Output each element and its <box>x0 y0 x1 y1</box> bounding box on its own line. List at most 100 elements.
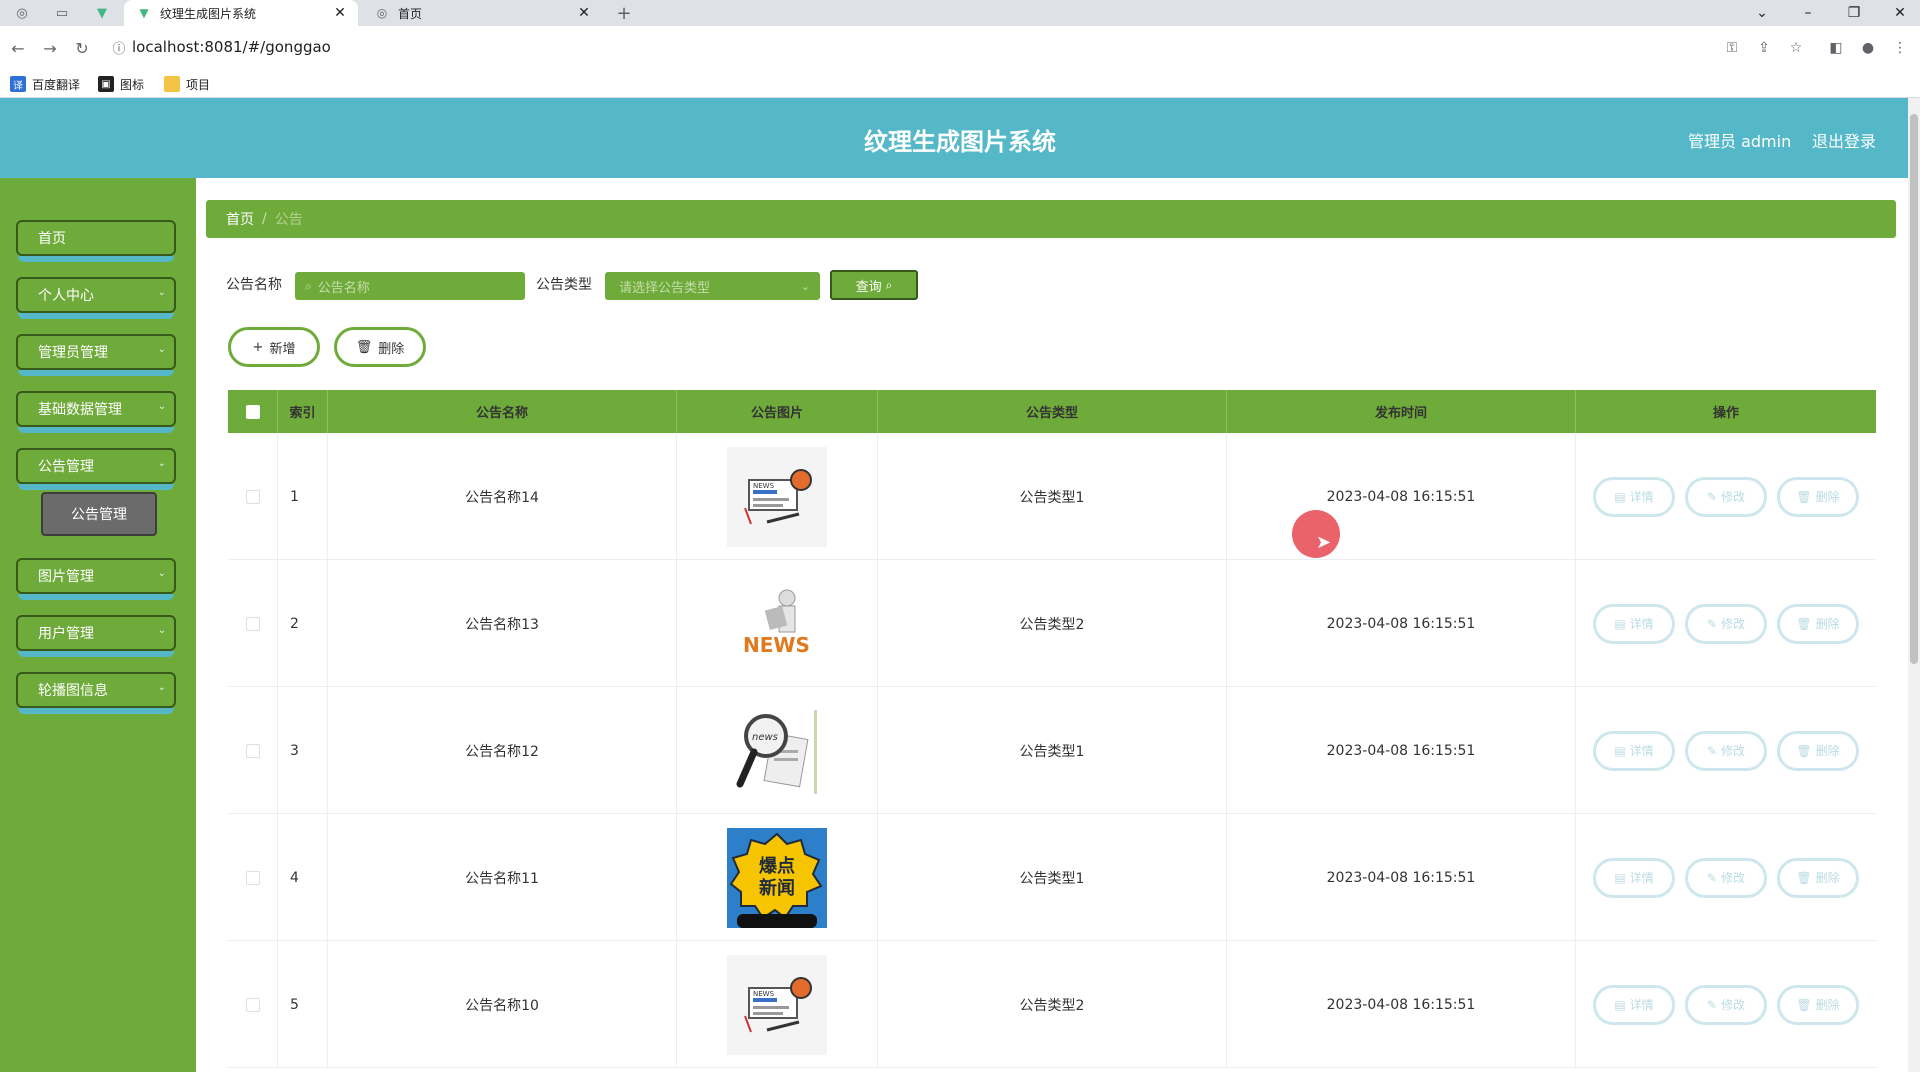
sidebar-item-carousel[interactable]: 轮播图信息 ⌄ <box>16 672 176 714</box>
table-row: 5 公告名称10 NEWS 公告类型2 2023-04-08 16:15:51 … <box>228 941 1876 1068</box>
site-info-icon[interactable]: ⓘ <box>106 38 132 57</box>
breadcrumb-home[interactable]: 首页 <box>226 209 254 229</box>
share-icon[interactable]: ⇪ <box>1752 36 1776 60</box>
vue-icon[interactable]: ▼ <box>92 4 112 22</box>
detail-label: 详情 <box>1629 744 1654 758</box>
search-icon: ⌕ <box>885 277 893 292</box>
trash-icon: 🗑 <box>1796 743 1812 758</box>
browser-tab[interactable]: ◎ 首页 ✕ <box>362 0 602 26</box>
row-image-cell: 爆点 新闻 <box>677 814 878 941</box>
breadcrumb-separator: / <box>262 211 267 227</box>
row-checkbox[interactable] <box>245 489 260 504</box>
announcement-table: 索引 公告名称 公告图片 公告类型 发布时间 操作 1 公告名称14 NEWS … <box>228 390 1876 1072</box>
edit-button[interactable]: ✎ 修改 <box>1685 857 1767 898</box>
row-select-cell <box>228 941 278 1068</box>
forward-icon[interactable]: → <box>38 36 62 60</box>
detail-button[interactable]: ▤ 详情 <box>1593 603 1675 644</box>
bookmark-item[interactable]: ▣ 图标 <box>98 75 144 93</box>
star-icon[interactable]: ☆ <box>1784 36 1808 60</box>
edit-button[interactable]: ✎ 修改 <box>1685 476 1767 517</box>
reload-icon[interactable]: ↻ <box>70 36 94 60</box>
row-checkbox[interactable] <box>245 743 260 758</box>
bookmark-item[interactable]: 译 百度翻译 <box>10 75 80 93</box>
row-time: 2023-04-08 16:15:51 <box>1227 814 1576 941</box>
new-tab-icon[interactable]: + <box>614 3 634 24</box>
detail-button[interactable]: ▤ 详情 <box>1593 730 1675 771</box>
delete-button[interactable]: 🗑 删除 <box>334 327 426 367</box>
row-type: 公告类型1 <box>878 433 1227 560</box>
edit-button[interactable]: ✎ 修改 <box>1685 984 1767 1025</box>
news-magnifier-icon[interactable]: news <box>727 700 827 801</box>
column-header: 索引 <box>278 390 328 433</box>
edit-icon: ✎ <box>1706 997 1718 1012</box>
tab-strip: ◎ ▭ ▼ ▼ 纹理生成图片系统 ✕ ◎ 首页 ✕ + ⌄ – ❐ ✕ <box>0 0 1920 26</box>
breaking-news-badge[interactable]: 爆点 新闻 <box>727 827 827 928</box>
detail-button[interactable]: ▤ 详情 <box>1593 984 1675 1025</box>
type-select[interactable]: 请选择公告类型 ⌄ <box>605 272 820 300</box>
globe-icon: ◎ <box>376 6 388 20</box>
row-delete-button[interactable]: 🗑 删除 <box>1777 857 1859 898</box>
trash-icon: 🗑 <box>355 339 373 355</box>
edit-icon: ✎ <box>1706 870 1718 885</box>
cursor-arrow-icon: ➤ <box>1316 532 1332 553</box>
type-select-placeholder: 请选择公告类型 <box>619 280 711 296</box>
edit-button[interactable]: ✎ 修改 <box>1685 730 1767 771</box>
sidebar-item-admins[interactable]: 管理员管理 ⌄ <box>16 334 176 376</box>
close-tab-icon[interactable]: ✕ <box>330 5 350 21</box>
globe-icon[interactable]: ◎ <box>12 4 32 22</box>
query-button[interactable]: 查询 ⌕ <box>830 270 918 300</box>
blank-tab-icon[interactable]: ▭ <box>52 4 72 22</box>
back-icon[interactable]: ← <box>6 36 30 60</box>
row-type: 公告类型2 <box>878 560 1227 687</box>
detail-button[interactable]: ▤ 详情 <box>1593 857 1675 898</box>
browser-tab-active[interactable]: ▼ 纹理生成图片系统 ✕ <box>124 0 358 26</box>
key-icon[interactable]: ⚿ <box>1720 36 1744 60</box>
row-delete-button[interactable]: 🗑 删除 <box>1777 984 1859 1025</box>
row-type: 公告类型1 <box>878 687 1227 814</box>
submenu-item-announcements[interactable]: 公告管理 <box>41 492 157 536</box>
address-bar[interactable]: ⓘ localhost:8081/#/gonggao <box>106 32 1776 62</box>
news-label: NEWS <box>743 633 810 657</box>
sidebar-item-images[interactable]: 图片管理 ⌄ <box>16 558 176 600</box>
bookmark-item[interactable]: 项目 <box>164 75 210 93</box>
scrollbar-thumb[interactable] <box>1910 114 1918 664</box>
menu-icon[interactable]: ⋮ <box>1888 36 1912 60</box>
column-header: 公告图片 <box>677 390 878 433</box>
restore-icon[interactable]: ❐ <box>1834 0 1874 26</box>
side-panel-icon[interactable]: ◧ <box>1824 36 1848 60</box>
sidebar-item-home[interactable]: 首页 <box>16 220 176 262</box>
row-checkbox[interactable] <box>245 997 260 1012</box>
detail-label: 详情 <box>1629 490 1654 504</box>
add-button[interactable]: + 新增 <box>228 327 320 367</box>
detail-button[interactable]: ▤ 详情 <box>1593 476 1675 517</box>
row-checkbox[interactable] <box>245 870 260 885</box>
sidebar-item-label: 个人中心 <box>16 277 176 313</box>
page-scrollbar[interactable] <box>1908 98 1920 1072</box>
edit-button[interactable]: ✎ 修改 <box>1685 603 1767 644</box>
news-figure-icon[interactable]: NEWS <box>727 573 827 674</box>
sidebar-item-announcements[interactable]: 公告管理 ⌄ <box>16 448 176 490</box>
row-select-cell <box>228 814 278 941</box>
select-all-checkbox[interactable] <box>245 404 260 419</box>
minimize-icon[interactable]: – <box>1788 0 1828 26</box>
chevron-down-icon: ⌄ <box>157 401 166 412</box>
sidebar-item-basic-data[interactable]: 基础数据管理 ⌄ <box>16 391 176 433</box>
edit-icon: ✎ <box>1706 616 1718 631</box>
row-delete-button[interactable]: 🗑 删除 <box>1777 730 1859 771</box>
news-magnifier-graphic: news <box>736 709 817 794</box>
news-laptop-icon[interactable]: NEWS <box>727 954 827 1055</box>
mouse-cursor-indicator: ➤ <box>1292 510 1340 558</box>
row-checkbox[interactable] <box>245 616 260 631</box>
name-search-input[interactable]: ⌕ 公告名称 <box>295 272 525 300</box>
sidebar-item-users[interactable]: 用户管理 ⌄ <box>16 615 176 657</box>
row-delete-button[interactable]: 🗑 删除 <box>1777 476 1859 517</box>
news-laptop-icon[interactable]: NEWS <box>727 446 827 547</box>
tab-search-icon[interactable]: ⌄ <box>1742 0 1782 26</box>
row-time: 2023-04-08 16:15:51 <box>1227 560 1576 687</box>
row-delete-button[interactable]: 🗑 删除 <box>1777 603 1859 644</box>
close-window-icon[interactable]: ✕ <box>1880 0 1920 26</box>
logout-link[interactable]: 退出登录 <box>1812 128 1876 152</box>
close-tab-icon[interactable]: ✕ <box>574 5 594 21</box>
profile-icon[interactable]: ● <box>1856 36 1880 60</box>
sidebar-item-profile[interactable]: 个人中心 ⌄ <box>16 277 176 319</box>
